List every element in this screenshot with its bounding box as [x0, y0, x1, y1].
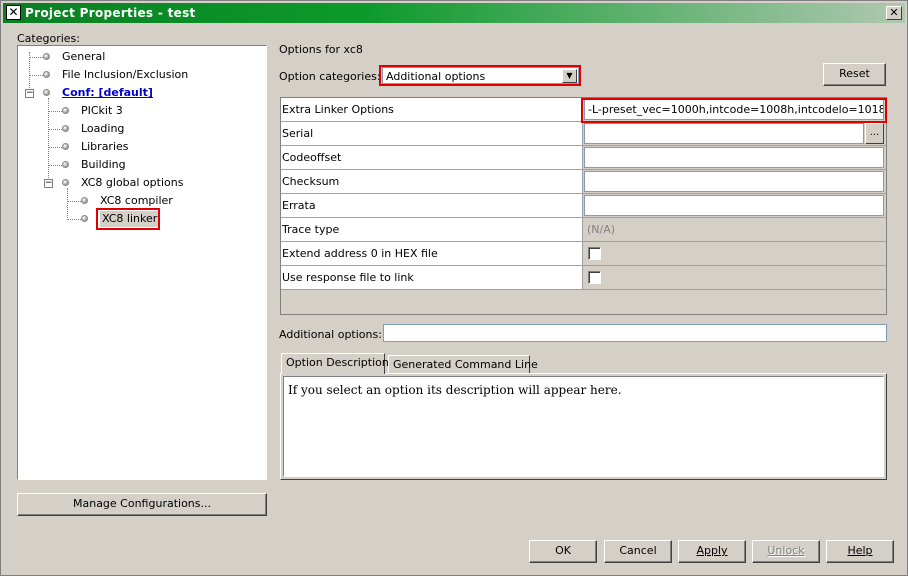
- option-description-text: If you select an option its description …: [283, 376, 884, 477]
- trace-type-value: (N/A): [584, 219, 884, 240]
- tree-item-file-inclusion[interactable]: File Inclusion/Exclusion: [62, 67, 188, 83]
- tree-item-xc8-compiler[interactable]: XC8 compiler: [100, 193, 173, 209]
- additional-options-input[interactable]: [383, 324, 887, 342]
- grid-row[interactable]: Extend address 0 in HEX file: [281, 242, 886, 266]
- tree-item-pickit3[interactable]: PICkit 3: [81, 103, 123, 119]
- tree-line: [29, 75, 43, 76]
- highlight-box: [96, 208, 160, 230]
- node-bullet-icon: [62, 107, 69, 114]
- node-bullet-icon: [62, 125, 69, 132]
- grid-row-name: Errata: [281, 194, 583, 217]
- node-bullet-icon: [62, 143, 69, 150]
- title-bar[interactable]: ✕ Project Properties - test ✕: [3, 3, 905, 23]
- tree-line: [67, 219, 81, 220]
- app-icon: ✕: [6, 5, 21, 20]
- help-button[interactable]: Help: [826, 540, 894, 563]
- collapse-icon[interactable]: −: [44, 179, 53, 188]
- node-bullet-icon: [62, 179, 69, 186]
- categories-label: Categories:: [17, 32, 80, 45]
- node-bullet-icon: [43, 71, 50, 78]
- grid-row-name: Trace type: [281, 218, 583, 241]
- codeoffset-input[interactable]: [584, 147, 884, 168]
- grid-row-name: Checksum: [281, 170, 583, 193]
- tree-line: [67, 188, 68, 218]
- unlock-button: Unlock: [752, 540, 820, 563]
- grid-row[interactable]: Errata: [281, 194, 886, 218]
- extend-address-checkbox[interactable]: [588, 247, 601, 260]
- project-properties-dialog: ✕ Project Properties - test ✕ Categories…: [0, 0, 908, 576]
- node-bullet-icon: [43, 89, 50, 96]
- use-response-file-checkbox[interactable]: [588, 271, 601, 284]
- option-categories-label: Option categories:: [279, 70, 381, 83]
- tree-item-building[interactable]: Building: [81, 157, 126, 173]
- grid-row-name: Codeoffset: [281, 146, 583, 169]
- grid-row-name: Extend address 0 in HEX file: [281, 242, 583, 265]
- grid-checkbox-cell: [584, 267, 884, 288]
- tab-panel: If you select an option its description …: [280, 373, 887, 480]
- tree-item-loading[interactable]: Loading: [81, 121, 124, 137]
- tab-option-description[interactable]: Option Description: [281, 353, 389, 374]
- tree-line: [48, 165, 62, 166]
- close-button[interactable]: ✕: [886, 6, 902, 20]
- tab-generated-command-line[interactable]: Generated Command Line: [388, 355, 538, 374]
- tree-item-general[interactable]: General: [62, 49, 105, 65]
- errata-input[interactable]: [584, 195, 884, 216]
- grid-row[interactable]: Codeoffset: [281, 146, 886, 170]
- options-for-label: Options for xc8: [279, 43, 363, 56]
- tree-line: [29, 57, 43, 58]
- tree-line: [48, 111, 62, 112]
- tree-item-libraries[interactable]: Libraries: [81, 139, 129, 155]
- tree-line: [48, 129, 62, 130]
- additional-options-label: Additional options:: [279, 328, 382, 341]
- grid-row[interactable]: Trace type (N/A): [281, 218, 886, 242]
- categories-tree[interactable]: General File Inclusion/Exclusion − Conf:…: [17, 45, 267, 480]
- node-bullet-icon: [62, 161, 69, 168]
- grid-row-name: Extra Linker Options: [281, 98, 583, 121]
- tree-line: [48, 147, 62, 148]
- reset-button[interactable]: Reset: [823, 63, 886, 86]
- serial-input[interactable]: [584, 123, 864, 144]
- node-bullet-icon: [81, 215, 88, 222]
- ok-button[interactable]: OK: [529, 540, 597, 563]
- manage-configurations-button[interactable]: Manage Configurations...: [17, 493, 267, 516]
- grid-row[interactable]: Checksum: [281, 170, 886, 194]
- checksum-input[interactable]: [584, 171, 884, 192]
- grid-row-name: Use response file to link: [281, 266, 583, 289]
- node-bullet-icon: [43, 53, 50, 60]
- options-property-grid: Extra Linker Options -L-preset_vec=1000h…: [280, 97, 887, 315]
- node-bullet-icon: [81, 197, 88, 204]
- serial-browse-button[interactable]: ...: [865, 123, 884, 144]
- collapse-icon[interactable]: −: [25, 89, 34, 98]
- grid-row[interactable]: Serial ...: [281, 122, 886, 146]
- tree-line: [67, 201, 81, 202]
- grid-checkbox-cell: [584, 243, 884, 264]
- tree-item-conf-default[interactable]: Conf: [default]: [62, 85, 153, 101]
- apply-button[interactable]: Apply: [678, 540, 746, 563]
- window-title: Project Properties - test: [25, 6, 196, 20]
- highlight-box: [379, 65, 581, 86]
- highlight-box: [581, 98, 887, 123]
- grid-row-name: Serial: [281, 122, 583, 145]
- cancel-button[interactable]: Cancel: [604, 540, 672, 563]
- grid-row[interactable]: Use response file to link: [281, 266, 886, 290]
- tree-item-xc8-global[interactable]: XC8 global options: [81, 175, 183, 191]
